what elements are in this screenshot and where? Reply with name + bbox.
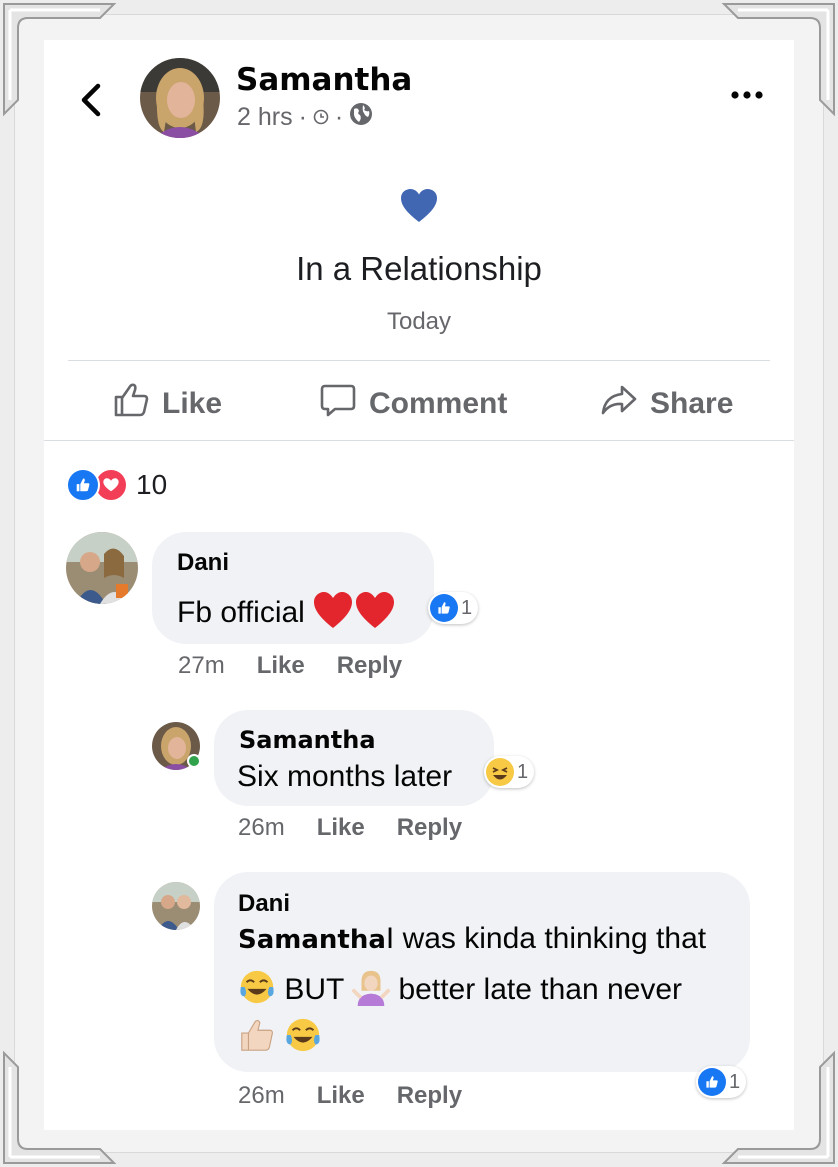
mention-tag[interactable]: Samantha	[238, 925, 386, 955]
reply-reply-link[interactable]: Reply	[397, 814, 462, 842]
author-name[interactable]: Samantha	[236, 62, 412, 98]
commenter-avatar[interactable]	[66, 532, 138, 604]
comment-button[interactable]: Comment	[319, 380, 507, 428]
comment-author[interactable]: Dani	[177, 549, 229, 577]
thumbs-up-emoji-icon	[238, 1016, 276, 1062]
more-options-icon[interactable]	[730, 88, 764, 102]
share-arrow-icon	[600, 381, 638, 427]
reply-reaction[interactable]: 1	[484, 756, 535, 788]
tears-of-joy-emoji-icon	[238, 968, 276, 1014]
like-reaction-icon	[66, 468, 100, 502]
reply-reply-link[interactable]: Reply	[397, 1082, 462, 1110]
post-time[interactable]: 2 hrs	[237, 103, 293, 132]
comment-time[interactable]: 27m	[178, 652, 225, 680]
reply-text-line	[238, 1016, 322, 1062]
post-card: Samantha 2 hrs · · In a Relationship Tod…	[44, 40, 794, 1130]
share-button[interactable]: Share	[600, 380, 733, 428]
like-label: Like	[162, 387, 223, 420]
meta-separator: ·	[334, 103, 344, 131]
reaction-summary[interactable]: 10	[66, 468, 167, 502]
reaction-count: 10	[136, 469, 168, 500]
divider	[68, 360, 770, 361]
reply-like-link[interactable]: Like	[317, 1082, 365, 1110]
comment-text: Fb official	[177, 590, 397, 638]
comment-reaction[interactable]: 1	[428, 592, 479, 624]
comment-reply-link[interactable]: Reply	[337, 652, 402, 680]
red-heart-icon	[313, 590, 397, 638]
reply-author-avatar[interactable]	[152, 882, 200, 930]
reply-footer: 26m Like Reply	[238, 814, 462, 842]
like-reaction-icon	[430, 594, 458, 622]
reply-time[interactable]: 26m	[238, 1082, 285, 1110]
author-avatar[interactable]	[140, 58, 220, 138]
reply-footer: 26m Like Reply	[238, 1082, 462, 1110]
comment-label: Comment	[369, 387, 508, 420]
clock-icon	[313, 103, 329, 132]
like-reaction-icon	[698, 1068, 726, 1096]
comment-like-link[interactable]: Like	[257, 652, 305, 680]
thumbs-up-icon	[112, 381, 150, 427]
reply-like-link[interactable]: Like	[317, 814, 365, 842]
reply-time[interactable]: 26m	[238, 814, 285, 842]
tears-of-joy-emoji-icon	[284, 1016, 322, 1062]
globe-icon[interactable]	[349, 102, 373, 133]
photo-frame: Samantha 2 hrs · · In a Relationship Tod…	[0, 0, 838, 1167]
reply-author[interactable]: Dani	[238, 890, 290, 918]
meta-separator: ·	[298, 103, 307, 131]
life-event-title: In a Relationship	[296, 250, 542, 287]
reply-author[interactable]: Samantha	[239, 726, 376, 754]
reply-text-line: BUT better late than never	[238, 968, 682, 1014]
back-arrow-icon[interactable]	[78, 80, 104, 120]
reply-text: Six months later	[237, 760, 453, 793]
online-status-dot	[187, 754, 201, 768]
reply-reaction[interactable]: 1	[696, 1066, 747, 1098]
person-shrugging-emoji-icon	[352, 968, 391, 1014]
comment-bubble-icon	[319, 381, 357, 427]
divider	[44, 440, 794, 441]
post-meta: 2 hrs · ·	[237, 102, 373, 133]
life-event-date: Today	[386, 308, 452, 335]
like-button[interactable]: Like	[112, 380, 222, 428]
reply-text-line: SamanthaI was kinda thinking that	[238, 922, 707, 955]
share-label: Share	[650, 387, 734, 420]
heart-icon	[400, 188, 438, 224]
comment-footer: 27m Like Reply	[178, 652, 402, 680]
haha-reaction-icon	[486, 758, 514, 786]
